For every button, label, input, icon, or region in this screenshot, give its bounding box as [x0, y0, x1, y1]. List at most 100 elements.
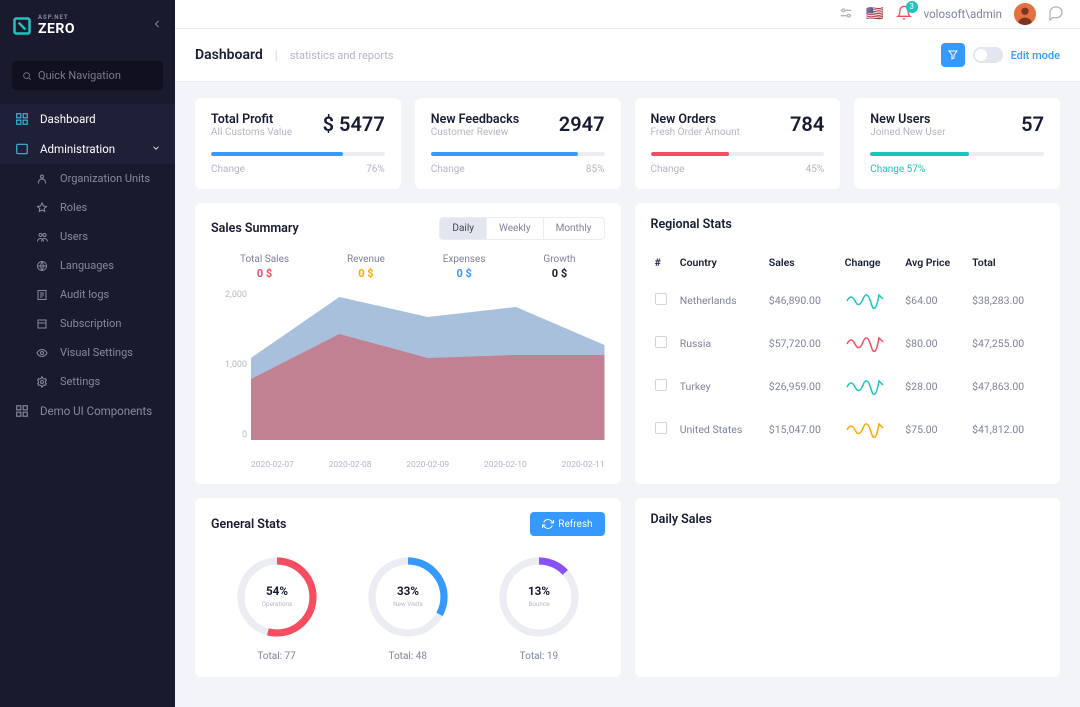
sparkline-icon: [845, 375, 885, 395]
avg-cell: $75.00: [901, 408, 968, 451]
kpi-subtitle: Joined New User: [870, 127, 945, 138]
tab-weekly[interactable]: Weekly: [487, 218, 544, 239]
sales-cell: $57,720.00: [765, 322, 841, 365]
kpi-title: New Orders: [651, 112, 740, 127]
logo[interactable]: ASP.NETZERO: [0, 0, 175, 51]
total-cell: $38,283.00: [968, 279, 1044, 322]
avg-cell: $28.00: [901, 365, 968, 408]
nav-sub-org-units[interactable]: Organization Units: [0, 164, 175, 193]
kpi-progress: [870, 152, 1044, 156]
nav-sub-subscription[interactable]: Subscription: [0, 309, 175, 338]
refresh-button[interactable]: Refresh: [530, 512, 604, 536]
country-cell: Netherlands: [676, 279, 765, 322]
donut-total: Total: 77: [232, 651, 322, 662]
kpi-title: New Users: [870, 112, 945, 127]
page-header: Dashboard | statistics and reports Edit …: [175, 29, 1080, 82]
kpi-change: Change 57%: [870, 164, 925, 175]
user-name[interactable]: volosoft\admin: [924, 7, 1002, 21]
tab-monthly[interactable]: Monthly: [544, 218, 604, 239]
kpi-card: New Orders Fresh Order Amount 784 Change…: [635, 98, 841, 189]
sidebar-collapse-icon[interactable]: [151, 18, 163, 34]
total-cell: $47,863.00: [968, 365, 1044, 408]
kpi-subtitle: All Customs Value: [211, 127, 292, 138]
total-cell: $41,812.00: [968, 408, 1044, 451]
kpi-title: Total Profit: [211, 112, 292, 127]
donut-total: Total: 48: [363, 651, 453, 662]
row-checkbox[interactable]: [655, 422, 667, 434]
kpi-pct: 45%: [806, 164, 825, 175]
settings-icon[interactable]: [838, 5, 854, 24]
country-cell: United States: [676, 408, 765, 451]
row-checkbox[interactable]: [655, 293, 667, 305]
lang-icon: [34, 260, 50, 272]
nav-sub-users[interactable]: Users: [0, 222, 175, 251]
page-title: Dashboard: [195, 47, 263, 63]
svg-text:New Visits: New Visits: [393, 600, 423, 608]
nav-sub-visual[interactable]: Visual Settings: [0, 338, 175, 367]
summary-stat: Total Sales0 $: [240, 254, 289, 280]
gear-icon: [34, 376, 50, 388]
total-cell: $47,255.00: [968, 322, 1044, 365]
notifications-icon[interactable]: 3: [896, 5, 912, 24]
table-header: Change: [841, 246, 902, 279]
daily-sales-chart: [651, 543, 1045, 663]
table-header: #: [651, 246, 676, 279]
flag-icon[interactable]: 🇺🇸: [866, 6, 883, 22]
kpi-title: New Feedbacks: [431, 112, 519, 127]
avatar[interactable]: [1014, 3, 1036, 25]
quick-nav-input[interactable]: Quick Navigation: [12, 61, 163, 90]
table-row: Netherlands $46,890.00 $64.00 $38,283.00: [651, 279, 1045, 322]
kpi-subtitle: Customer Review: [431, 127, 519, 138]
sales-cell: $26,959.00: [765, 365, 841, 408]
nav-sub-settings[interactable]: Settings: [0, 367, 175, 396]
row-checkbox[interactable]: [655, 379, 667, 391]
table-row: United States $15,047.00 $75.00 $41,812.…: [651, 408, 1045, 451]
edit-mode-toggle[interactable]: [973, 47, 1003, 63]
nav-sub-audit[interactable]: Audit logs: [0, 280, 175, 309]
page-subtitle: statistics and reports: [290, 49, 394, 62]
visual-icon: [34, 347, 50, 359]
avg-cell: $64.00: [901, 279, 968, 322]
filter-button[interactable]: [941, 43, 965, 67]
nav-administration[interactable]: Administration: [0, 134, 175, 164]
nav-dashboard[interactable]: Dashboard: [0, 104, 175, 134]
table-header: Sales: [765, 246, 841, 279]
summary-stat: Revenue0 $: [347, 254, 385, 280]
table-header: Avg Price: [901, 246, 968, 279]
nav-demo-ui[interactable]: Demo UI Components: [0, 396, 175, 426]
sales-cell: $46,890.00: [765, 279, 841, 322]
sales-summary-card: Sales Summary Daily Weekly Monthly Total…: [195, 203, 621, 484]
summary-stat: Growth0 $: [543, 254, 575, 280]
quick-nav-placeholder: Quick Navigation: [38, 69, 121, 82]
dashboard-icon: [14, 112, 30, 126]
kpi-progress: [211, 152, 385, 156]
kpi-value: $ 5477: [323, 112, 385, 136]
chat-icon[interactable]: [1048, 5, 1064, 24]
refresh-icon: [542, 518, 554, 530]
sparkline-icon: [845, 418, 885, 438]
roles-icon: [34, 202, 50, 214]
demo-icon: [14, 404, 30, 418]
kpi-change: Change: [431, 164, 465, 175]
donut-chart: 13% Bounce Total: 19: [494, 552, 584, 662]
svg-text:54%: 54%: [266, 584, 288, 598]
chevron-down-icon: [151, 142, 161, 156]
tab-daily[interactable]: Daily: [440, 218, 487, 239]
brand-name: ZERO: [38, 21, 75, 37]
edit-mode-label: Edit mode: [1011, 49, 1060, 62]
row-checkbox[interactable]: [655, 336, 667, 348]
nav-sub-languages[interactable]: Languages: [0, 251, 175, 280]
summary-stat: Expenses0 $: [443, 254, 486, 280]
nav-sub-roles[interactable]: Roles: [0, 193, 175, 222]
logo-mark-icon: [12, 16, 32, 36]
sidebar: ASP.NETZERO Quick Navigation Dashboard A…: [0, 0, 175, 707]
kpi-value: 784: [790, 112, 824, 136]
topbar: 🇺🇸 3 volosoft\admin: [175, 0, 1080, 29]
admin-icon: [14, 142, 30, 156]
svg-text:Operations: Operations: [261, 600, 292, 608]
org-icon: [34, 173, 50, 185]
users-icon: [34, 231, 50, 243]
table-row: Turkey $26,959.00 $28.00 $47,863.00: [651, 365, 1045, 408]
daily-title: Daily Sales: [651, 512, 712, 527]
sales-title: Sales Summary: [211, 221, 299, 236]
